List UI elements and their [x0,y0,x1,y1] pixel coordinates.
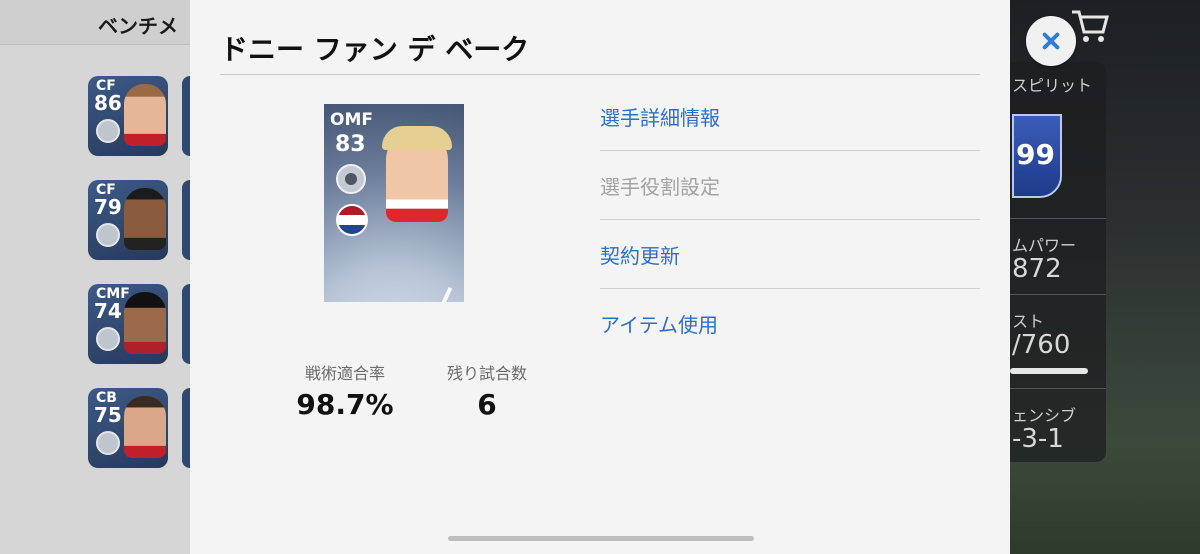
spirit-shield-icon: 99 [1012,114,1062,198]
home-indicator [448,536,754,541]
player-options-modal: ドニー ファン デ ベーク OMF 83 戦術適合率 98.7% 残り試合数 6… [190,0,1010,554]
team-badge-icon [96,119,120,143]
title-divider [220,74,980,75]
team-badge-icon [336,164,366,194]
divider [1010,294,1106,295]
menu-item-label: 選手役割設定 [600,175,720,199]
spirit-label: スピリット [1012,76,1093,95]
stat-value: 6 [477,388,497,421]
formation-value: -3-1 [1012,424,1064,454]
close-icon[interactable] [1026,16,1076,66]
menu-item-player-role[interactable]: 選手役割設定 [600,151,980,220]
cost-label: スト [1012,312,1045,331]
player-face [124,396,166,458]
menu-item-use-item[interactable]: アイテム使用 [600,289,980,357]
action-menu: 選手詳細情報 選手役割設定 契約更新 アイテム使用 [600,82,980,357]
netherlands-flag-icon [336,204,368,236]
bench-card-edge [182,180,190,260]
menu-item-renew-contract[interactable]: 契約更新 [600,220,980,289]
sparkle-effect [431,287,453,302]
bench-header: ベンチメ [0,0,190,45]
card-rating: 79 [94,195,122,219]
bench-player-card[interactable]: CMF 74 [88,284,168,364]
menu-item-label: 契約更新 [600,244,680,268]
team-power-value: 872 [1012,254,1062,284]
cart-icon[interactable] [1070,8,1110,44]
card-rating: 75 [94,403,122,427]
cost-progress-bar [1010,368,1088,374]
team-badge-icon [96,431,120,455]
divider [1010,218,1106,219]
team-power-label: ムパワー [1012,236,1077,255]
bench-card-edge [182,76,190,156]
bench-player-card[interactable]: CF 86 [88,76,168,156]
card-rating: 74 [94,299,122,323]
player-face [124,84,166,146]
player-photo [382,126,452,222]
divider [1010,388,1106,389]
team-badge-icon [96,327,120,351]
bench-card-edge [182,388,190,468]
bench-player-card[interactable]: CB 75 [88,388,168,468]
stat-label: 残り試合数 [446,364,527,383]
card-rating: 86 [94,91,122,115]
player-card-position: OMF [330,110,373,130]
player-card-rating: 83 [335,132,366,157]
bench-card-edge [182,284,190,364]
formation-label: ェンシブ [1012,406,1077,425]
bench-panel: ベンチメ CF 86 CF 79 CMF 74 CB 75 [0,0,190,554]
player-face [124,292,166,354]
spirit-value: 99 [1016,138,1055,171]
bench-player-card[interactable]: CF 79 [88,180,168,260]
team-badge-icon [96,223,120,247]
bench-title: ベンチメ [98,14,178,38]
player-face [124,188,166,250]
player-name-title: ドニー ファン デ ベーク [220,33,530,66]
player-card: OMF 83 [324,104,464,302]
menu-item-label: アイテム使用 [600,313,718,337]
remaining-matches-stat: 残り試合数 6 [412,360,562,421]
menu-item-label: 選手詳細情報 [600,106,720,130]
cost-value: /760 [1012,330,1071,360]
menu-item-player-details[interactable]: 選手詳細情報 [600,82,980,151]
